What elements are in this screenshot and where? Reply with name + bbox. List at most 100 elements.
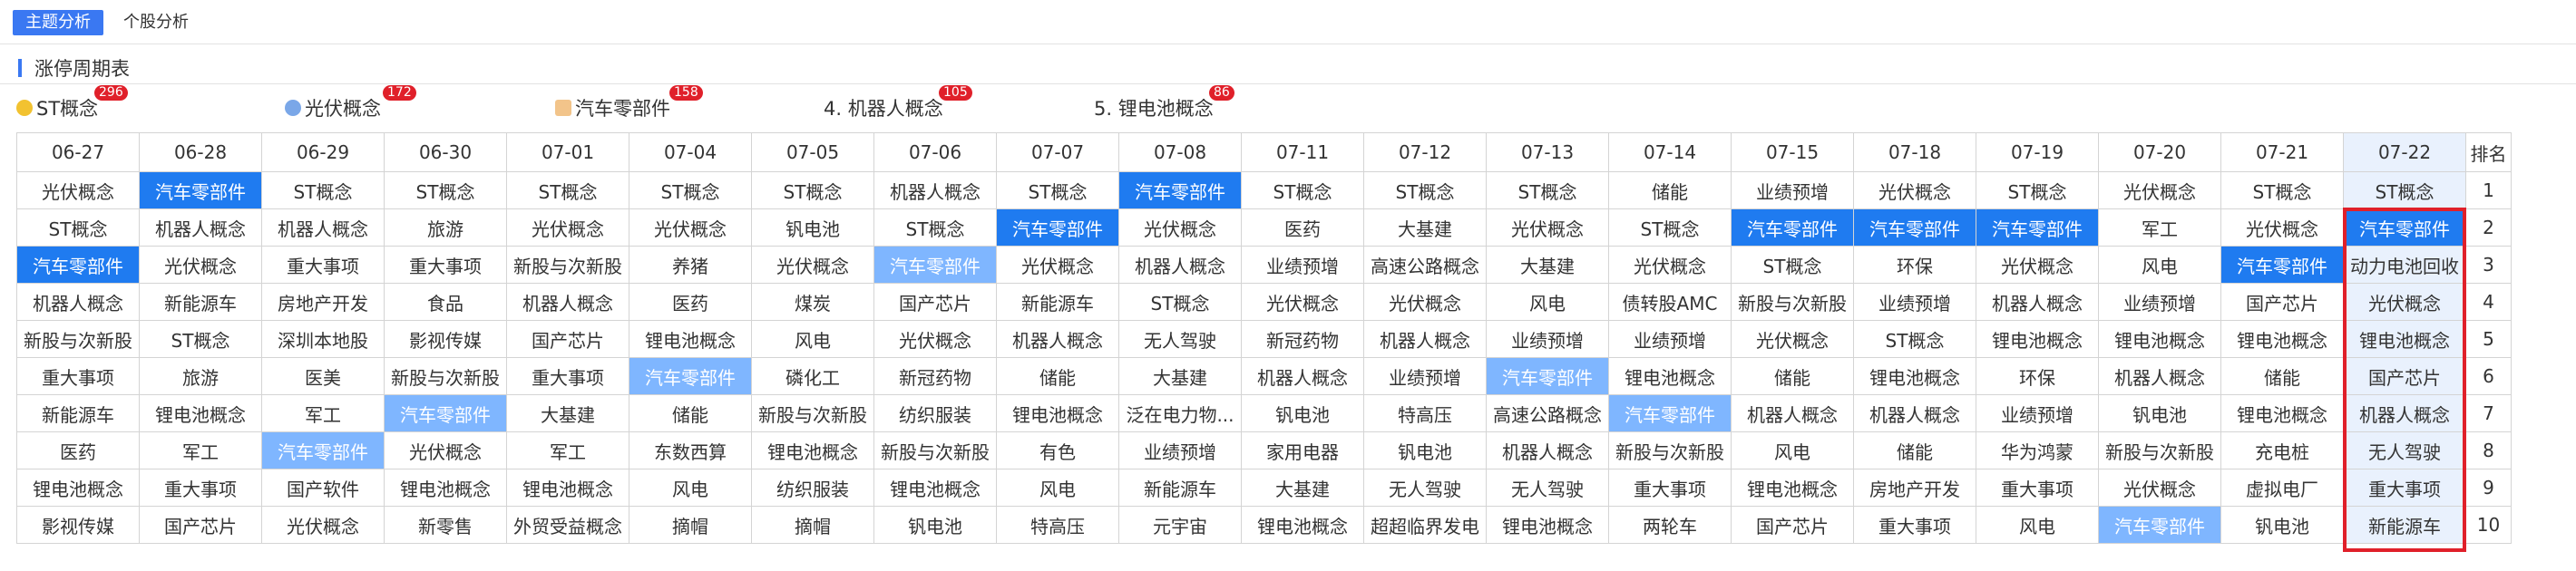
theme-cell[interactable]: 汽车零部件 — [1731, 208, 1854, 247]
theme-cell[interactable]: 重大事项 — [1608, 469, 1732, 507]
theme-cell[interactable]: 大基建 — [1118, 357, 1242, 395]
date-header[interactable]: 07-22 — [2343, 132, 2466, 172]
theme-cell[interactable]: 环保 — [1976, 357, 2099, 395]
theme-cell[interactable]: 业绩预增 — [1241, 246, 1364, 284]
theme-cell[interactable]: 业绩预增 — [1853, 283, 1976, 321]
theme-cell[interactable]: 锂电池概念 — [506, 469, 629, 507]
theme-cell[interactable]: ST概念 — [506, 171, 629, 209]
theme-cell[interactable]: 汽车零部件 — [996, 208, 1119, 247]
theme-cell[interactable]: 光伏概念 — [996, 246, 1119, 284]
theme-cell[interactable]: 新股与次新股 — [1731, 283, 1854, 321]
theme-cell[interactable]: 钒电池 — [2220, 506, 2344, 544]
theme-cell[interactable]: ST概念 — [1241, 171, 1364, 209]
theme-cell[interactable]: 光伏概念 — [751, 246, 874, 284]
theme-cell[interactable]: 业绩预增 — [1486, 320, 1609, 358]
theme-cell[interactable]: 风电 — [1976, 506, 2099, 544]
date-header[interactable]: 06-28 — [139, 132, 262, 172]
theme-cell[interactable]: 动力电池回收 — [2343, 246, 2466, 284]
theme-cell[interactable]: 国产芯片 — [2220, 283, 2344, 321]
theme-cell[interactable]: 风电 — [629, 469, 752, 507]
theme-cell[interactable]: 机器人概念 — [16, 283, 140, 321]
theme-cell[interactable]: 机器人概念 — [873, 171, 997, 209]
theme-cell[interactable]: 重大事项 — [261, 246, 385, 284]
theme-cell[interactable]: 锂电池概念 — [2343, 320, 2466, 358]
legend-item-2[interactable]: 光伏概念 172 — [285, 85, 416, 121]
theme-cell[interactable]: 特高压 — [996, 506, 1119, 544]
theme-cell[interactable]: 深圳本地股 — [261, 320, 385, 358]
date-header[interactable]: 06-27 — [16, 132, 140, 172]
theme-cell[interactable]: 医药 — [629, 283, 752, 321]
theme-cell[interactable]: 钒电池 — [751, 208, 874, 247]
theme-cell[interactable]: ST概念 — [384, 171, 507, 209]
theme-cell[interactable]: 锂电池概念 — [1853, 357, 1976, 395]
theme-cell[interactable]: 新股与次新股 — [873, 431, 997, 469]
theme-cell[interactable]: 汽车零部件 — [1118, 171, 1242, 209]
theme-cell[interactable]: 机器人概念 — [1486, 431, 1609, 469]
date-header[interactable]: 07-18 — [1853, 132, 1976, 172]
theme-cell[interactable]: ST概念 — [16, 208, 140, 247]
theme-cell[interactable]: 超超临界发电 — [1363, 506, 1487, 544]
theme-cell[interactable]: 新股与次新股 — [2098, 431, 2221, 469]
theme-cell[interactable]: 汽车零部件 — [1486, 357, 1609, 395]
theme-cell[interactable]: 大基建 — [1363, 208, 1487, 247]
theme-cell[interactable]: 风电 — [2098, 246, 2221, 284]
theme-cell[interactable]: 煤炭 — [751, 283, 874, 321]
theme-cell[interactable]: 国产芯片 — [2343, 357, 2466, 395]
theme-cell[interactable]: 光伏概念 — [2220, 208, 2344, 247]
theme-cell[interactable]: 光伏概念 — [2098, 171, 2221, 209]
theme-cell[interactable]: 汽车零部件 — [2220, 246, 2344, 284]
theme-cell[interactable]: 大基建 — [506, 394, 629, 432]
theme-cell[interactable]: 光伏概念 — [139, 246, 262, 284]
theme-cell[interactable]: 食品 — [384, 283, 507, 321]
theme-cell[interactable]: 重大事项 — [1976, 469, 2099, 507]
theme-cell[interactable]: 风电 — [1731, 431, 1854, 469]
theme-cell[interactable]: 光伏概念 — [1853, 171, 1976, 209]
theme-cell[interactable]: 机器人概念 — [506, 283, 629, 321]
theme-cell[interactable]: 汽车零部件 — [1853, 208, 1976, 247]
theme-cell[interactable]: 汽车零部件 — [139, 171, 262, 209]
theme-cell[interactable]: 环保 — [1853, 246, 1976, 284]
theme-cell[interactable]: 光伏概念 — [1731, 320, 1854, 358]
theme-cell[interactable]: 光伏概念 — [1976, 246, 2099, 284]
theme-cell[interactable]: 锂电池概念 — [1241, 506, 1364, 544]
theme-cell[interactable]: 新股与次新股 — [1608, 431, 1732, 469]
theme-cell[interactable]: 汽车零部件 — [1976, 208, 2099, 247]
theme-cell[interactable]: 充电桩 — [2220, 431, 2344, 469]
theme-cell[interactable]: 无人驾驶 — [1486, 469, 1609, 507]
theme-cell[interactable]: 储能 — [996, 357, 1119, 395]
theme-cell[interactable]: 磷化工 — [751, 357, 874, 395]
theme-cell[interactable]: 汽车零部件 — [261, 431, 385, 469]
date-header[interactable]: 07-19 — [1976, 132, 2099, 172]
theme-cell[interactable]: 军工 — [139, 431, 262, 469]
theme-cell[interactable]: 机器人概念 — [2343, 394, 2466, 432]
theme-cell[interactable]: 无人驾驶 — [1118, 320, 1242, 358]
theme-cell[interactable]: 机器人概念 — [1241, 357, 1364, 395]
theme-cell[interactable]: 虚拟电厂 — [2220, 469, 2344, 507]
theme-cell[interactable]: 机器人概念 — [1976, 283, 2099, 321]
theme-cell[interactable]: 新能源车 — [996, 283, 1119, 321]
date-header[interactable]: 07-06 — [873, 132, 997, 172]
theme-cell[interactable]: 机器人概念 — [261, 208, 385, 247]
theme-cell[interactable]: 重大事项 — [506, 357, 629, 395]
theme-cell[interactable]: 锂电池概念 — [16, 469, 140, 507]
theme-cell[interactable]: 锂电池概念 — [1731, 469, 1854, 507]
theme-cell[interactable]: 外贸受益概念 — [506, 506, 629, 544]
date-header[interactable]: 07-14 — [1608, 132, 1732, 172]
theme-cell[interactable]: 业绩预增 — [1731, 171, 1854, 209]
theme-cell[interactable]: 汽车零部件 — [873, 246, 997, 284]
theme-cell[interactable]: 储能 — [2220, 357, 2344, 395]
theme-cell[interactable]: 重大事项 — [139, 469, 262, 507]
theme-cell[interactable]: 光伏概念 — [1486, 208, 1609, 247]
theme-cell[interactable]: 摘帽 — [751, 506, 874, 544]
theme-cell[interactable]: 纺织服装 — [751, 469, 874, 507]
theme-cell[interactable]: 锂电池概念 — [751, 431, 874, 469]
date-header[interactable]: 07-12 — [1363, 132, 1487, 172]
theme-cell[interactable]: ST概念 — [1363, 171, 1487, 209]
legend-item-1[interactable]: ST概念 296 — [16, 85, 128, 121]
theme-cell[interactable]: 大基建 — [1486, 246, 1609, 284]
theme-cell[interactable]: 汽车零部件 — [16, 246, 140, 284]
date-header[interactable]: 06-30 — [384, 132, 507, 172]
legend-item-4[interactable]: 4. 机器人概念 105 — [824, 85, 972, 121]
theme-cell[interactable]: 光伏概念 — [873, 320, 997, 358]
theme-cell[interactable]: 风电 — [751, 320, 874, 358]
